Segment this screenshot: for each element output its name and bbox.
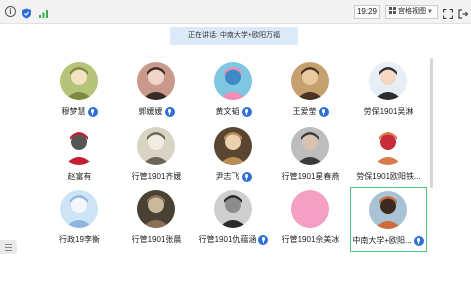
top-toolbar: i 19:29 宫格视图▼ xyxy=(0,0,471,24)
speaking-banner: 正在讲话: 中南大学+欧阳万福 xyxy=(170,27,298,45)
participant-tile[interactable]: 劳保1901吴淋 xyxy=(350,62,427,124)
time-display: 19:29 xyxy=(354,5,380,19)
microphone-icon xyxy=(413,235,424,246)
participant-name-line: 尹志飞 xyxy=(195,168,272,182)
participant-name-line: 行管1901张晨 xyxy=(118,231,195,244)
participant-name-line: 赵富有 xyxy=(41,168,118,181)
participant-name: 行管1901星春燕 xyxy=(281,171,340,181)
participant-name: 郭媛媛 xyxy=(138,106,163,116)
participant-name-line: 行管1901星春燕 xyxy=(272,168,349,181)
participant-avatar xyxy=(291,190,329,228)
participant-tile[interactable]: 穆梦慧 xyxy=(41,62,118,124)
participant-name: 劳保1901吴淋 xyxy=(363,106,414,116)
participant-name: 行管1901齐媛 xyxy=(131,171,182,181)
participant-tile[interactable]: 赵富有 xyxy=(41,127,118,189)
participant-name-line: 王爱莹 xyxy=(272,103,349,117)
participant-avatar xyxy=(291,62,329,100)
participant-tile[interactable]: 黄文韬 xyxy=(195,62,272,124)
participant-name-line: 劳保1901吴淋 xyxy=(350,103,427,116)
view-mode-label: 宫格视图 xyxy=(398,8,426,15)
participant-avatar xyxy=(137,127,175,165)
exit-icon[interactable] xyxy=(458,6,469,19)
view-mode-dropdown[interactable]: 宫格视图▼ xyxy=(385,5,438,19)
microphone-icon xyxy=(241,106,252,117)
participant-avatar xyxy=(368,191,407,229)
microphone-icon xyxy=(164,106,175,117)
microphone-icon xyxy=(87,106,98,117)
menu-icon-line xyxy=(5,250,12,251)
participant-avatar xyxy=(214,62,252,100)
participant-name-line: 劳保1901欧阳铁... xyxy=(350,168,427,181)
participant-tile[interactable]: 行政19李衡 xyxy=(41,190,118,252)
participant-name-line: 行管1901佘美冰 xyxy=(272,231,349,244)
participant-name: 行管1901张晨 xyxy=(131,234,182,244)
participant-avatar xyxy=(369,127,407,165)
chevron-down-icon: ▼ xyxy=(427,9,433,15)
participant-avatar xyxy=(369,62,407,100)
fullscreen-icon[interactable] xyxy=(442,6,454,20)
participant-tile[interactable]: 劳保1901欧阳铁... xyxy=(350,127,427,189)
participant-tile[interactable]: 尹志飞 xyxy=(195,127,272,189)
participant-name: 中南大学+欧阳... xyxy=(352,235,412,245)
side-menu-button[interactable] xyxy=(0,240,17,254)
participant-name: 赵富有 xyxy=(67,171,92,181)
participant-name: 行管1901仇蕴涵 xyxy=(198,234,257,244)
participant-avatar xyxy=(137,190,175,228)
participant-tile[interactable]: 郭媛媛 xyxy=(118,62,195,124)
participant-name-line: 行管1901仇蕴涵 xyxy=(195,231,272,245)
participant-name-line: 行管1901齐媛 xyxy=(118,168,195,181)
participant-avatar xyxy=(137,62,175,100)
participant-name-line: 郭媛媛 xyxy=(118,103,195,117)
participant-tile[interactable]: 行管1901仇蕴涵 xyxy=(195,190,272,252)
participant-tile[interactable]: 王爱莹 xyxy=(272,62,349,124)
menu-icon-line xyxy=(5,244,12,245)
participant-name-line: 黄文韬 xyxy=(195,103,272,117)
participant-tile[interactable]: 行管1901齐媛 xyxy=(118,127,195,189)
shield-icon[interactable] xyxy=(21,6,32,19)
participant-name: 行管1901佘美冰 xyxy=(281,234,340,244)
grid-view-icon xyxy=(389,7,396,14)
participant-name: 尹志飞 xyxy=(215,171,240,181)
participant-tile[interactable]: 行管1901佘美冰 xyxy=(272,190,349,252)
signal-icon xyxy=(38,6,49,18)
participant-name: 行政19李衡 xyxy=(59,234,100,244)
participant-name-line: 中南大学+欧阳... xyxy=(351,232,425,246)
participant-tile[interactable]: 中南大学+欧阳... xyxy=(350,187,427,252)
participant-avatar xyxy=(214,127,252,165)
participant-name: 黄文韬 xyxy=(215,106,240,116)
participant-name: 王爱莹 xyxy=(292,106,317,116)
participant-avatar xyxy=(291,127,329,165)
participant-avatar xyxy=(60,127,98,165)
info-icon[interactable]: i xyxy=(5,6,16,17)
scrollbar[interactable] xyxy=(430,58,433,188)
participant-avatar xyxy=(60,62,98,100)
participant-name-line: 行政19李衡 xyxy=(41,231,118,244)
participant-tile[interactable]: 行管1901星春燕 xyxy=(272,127,349,189)
microphone-icon xyxy=(241,171,252,182)
participant-name: 穆梦慧 xyxy=(61,106,86,116)
microphone-icon xyxy=(258,234,269,245)
participant-avatar xyxy=(60,190,98,228)
participant-name-line: 穆梦慧 xyxy=(41,103,118,117)
microphone-icon xyxy=(318,106,329,117)
participant-name: 劳保1901欧阳铁... xyxy=(356,171,421,181)
participant-tile[interactable]: 行管1901张晨 xyxy=(118,190,195,252)
participant-avatar xyxy=(214,190,252,228)
menu-icon-line xyxy=(5,247,12,248)
